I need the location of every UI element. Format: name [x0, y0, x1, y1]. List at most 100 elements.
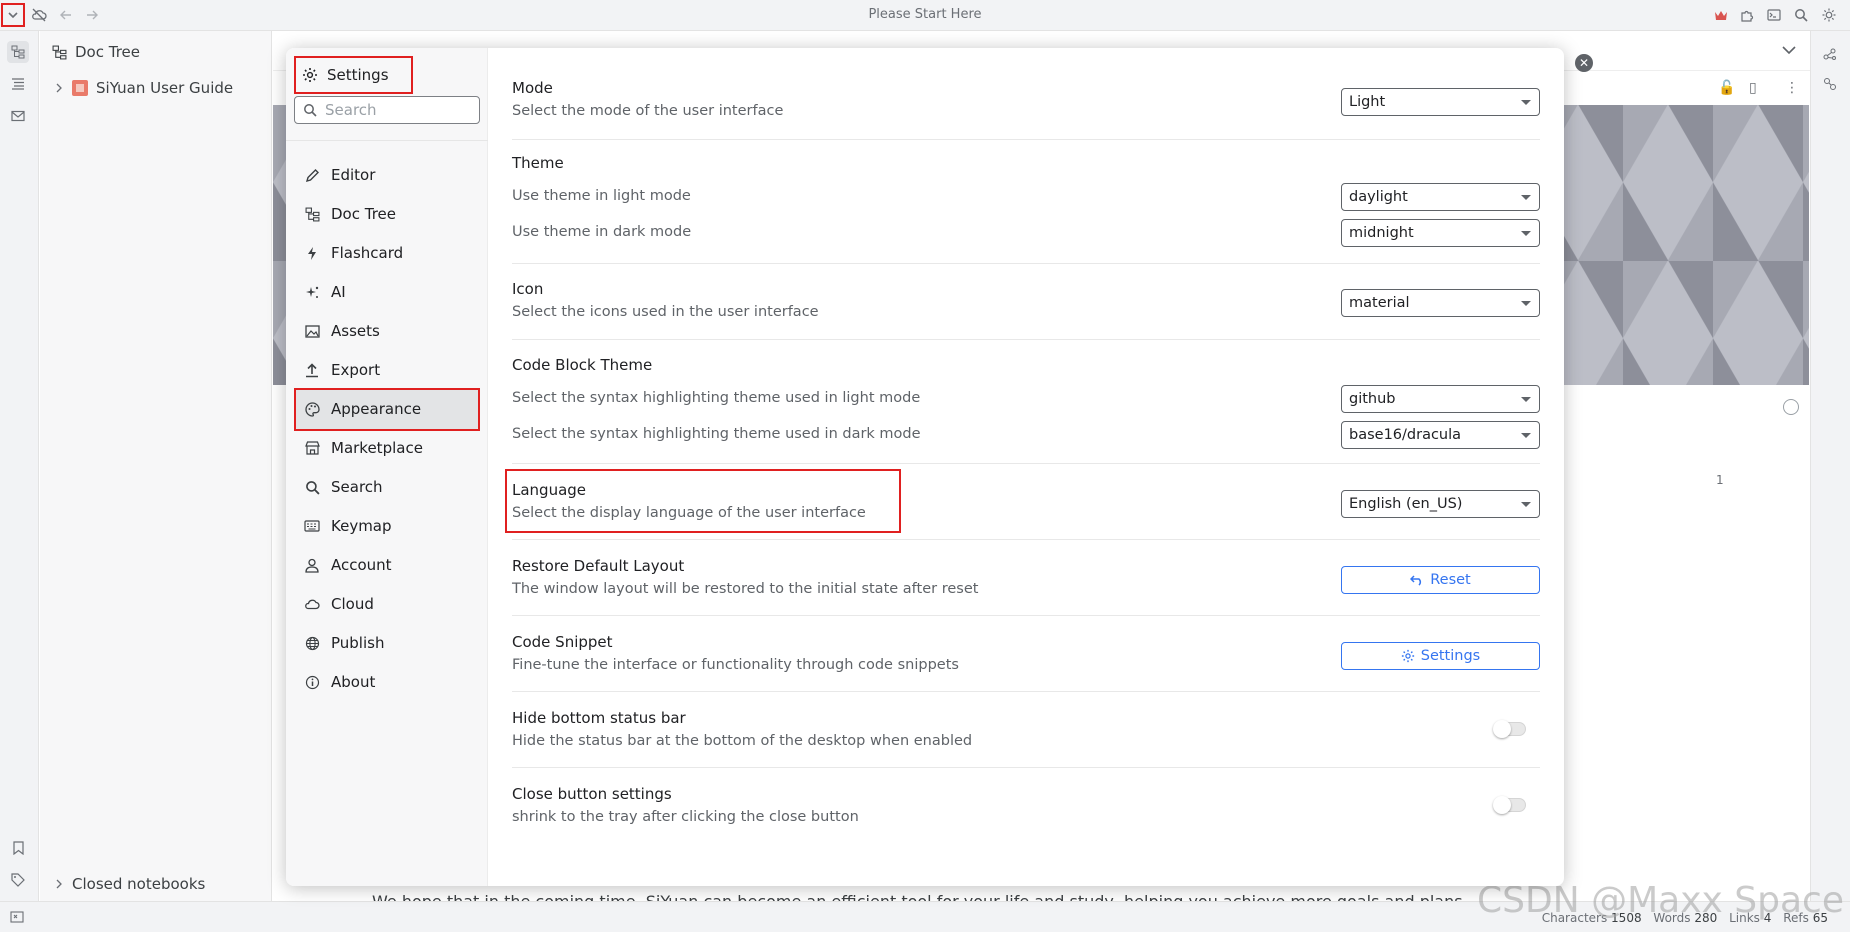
dock-graph[interactable] [1819, 43, 1841, 65]
setting-icon-row: Icon Select the icons used in the user i… [512, 264, 1540, 340]
code-theme-light-select[interactable]: github [1341, 385, 1540, 413]
code-theme-dark-select[interactable]: base16/dracula [1341, 421, 1540, 449]
nav-label: Editor [331, 166, 376, 184]
code-snippet-settings-button[interactable]: Settings [1341, 642, 1540, 670]
close-button-switch[interactable] [1493, 796, 1526, 814]
nav-editor[interactable]: Editor [294, 155, 480, 195]
global-search-button[interactable] [1791, 5, 1811, 25]
status-menu-icon[interactable] [10, 911, 24, 923]
doc-tree-panel: Doc Tree SiYuan User Guide Closed notebo… [40, 31, 272, 901]
search-icon [303, 478, 321, 496]
language-desc: Select the display language of the user … [512, 505, 866, 521]
user-icon [303, 556, 321, 574]
doc-tree-header: Doc Tree [52, 43, 140, 61]
notebook-label: SiYuan User Guide [96, 79, 234, 97]
more-icon[interactable]: ⋮ [1785, 80, 1799, 96]
terminal-icon [1767, 9, 1781, 21]
language-title: Language [512, 481, 587, 499]
nav-marketplace[interactable]: Marketplace [294, 428, 480, 468]
language-select[interactable]: English (en_US) [1341, 490, 1540, 518]
chevron-right-icon [56, 879, 62, 889]
nav-flashcard[interactable]: Flashcard [294, 233, 480, 273]
dock-bookmark[interactable] [7, 837, 29, 859]
setting-theme-row: Theme Use theme in light mode daylight U… [512, 140, 1540, 264]
nav-assets[interactable]: Assets [294, 311, 480, 351]
nav-cloud[interactable]: Cloud [294, 584, 480, 624]
terminal-button[interactable] [1764, 5, 1784, 25]
code-snippet-title: Code Snippet [512, 633, 613, 651]
nav-label: Keymap [331, 517, 392, 535]
nav-label: Cloud [331, 595, 374, 613]
lock-icon[interactable]: 🔓 [1718, 80, 1735, 96]
undo-icon [1410, 575, 1422, 586]
plugin-button[interactable] [1737, 5, 1757, 25]
nav-label: Assets [331, 322, 380, 340]
reset-layout-button[interactable]: Reset [1341, 566, 1540, 594]
search-icon [304, 104, 317, 117]
mode-select[interactable]: Light [1341, 88, 1540, 116]
puzzle-icon [1741, 10, 1754, 22]
settings-search-box[interactable] [294, 96, 480, 124]
nav-about[interactable]: About [294, 662, 480, 702]
nav-search[interactable]: Search [294, 467, 480, 507]
nav-doc-tree[interactable]: Doc Tree [294, 194, 480, 234]
flashcard-icon [303, 244, 321, 262]
top-bar: Please Start Here [0, 0, 1850, 31]
info-icon [303, 673, 321, 691]
code-snippet-desc: Fine-tune the interface or functionality… [512, 657, 959, 673]
dialog-close-button[interactable]: ✕ [1575, 54, 1593, 72]
doc-tree-title: Doc Tree [75, 43, 140, 61]
hide-status-desc: Hide the status bar at the bottom of the… [512, 733, 973, 749]
cloud-icon [303, 595, 321, 613]
setting-language-row: Language Select the display language of … [512, 464, 1540, 540]
theme-light-select[interactable]: daylight [1341, 183, 1540, 211]
closed-notebooks-label: Closed notebooks [72, 875, 206, 893]
nav-account[interactable]: Account [294, 545, 480, 585]
dock-global-graph[interactable] [1819, 73, 1841, 95]
mode-desc: Select the mode of the user interface [512, 103, 784, 119]
close-button-desc: shrink to the tray after clicking the cl… [512, 809, 859, 825]
closed-notebooks[interactable]: Closed notebooks [54, 875, 205, 893]
icon-title: Icon [512, 280, 544, 298]
settings-sidebar: Settings Editor Doc Tree Flashcard AI As… [286, 48, 488, 886]
sidebar-divider [286, 140, 488, 141]
nav-export[interactable]: Export [294, 350, 480, 390]
mode-title: Mode [512, 79, 553, 97]
restore-layout-desc: The window layout will be restored to th… [512, 581, 979, 597]
global-graph-icon [1824, 78, 1836, 90]
icon-select[interactable]: material [1341, 289, 1540, 317]
export-icon [303, 361, 321, 379]
dock-outline[interactable] [7, 73, 29, 95]
dock-tags[interactable] [7, 869, 29, 891]
theme-light-desc: Use theme in light mode [512, 188, 691, 204]
doc-icon[interactable]: ▯ [1749, 80, 1757, 96]
nav-label: About [331, 673, 376, 691]
code-theme-title: Code Block Theme [512, 356, 653, 374]
theme-dark-desc: Use theme in dark mode [512, 224, 692, 240]
hide-status-switch[interactable] [1493, 720, 1526, 738]
notebook-item[interactable]: SiYuan User Guide [54, 79, 233, 97]
dock-file-tree[interactable] [7, 41, 29, 63]
nav-keymap[interactable]: Keymap [294, 506, 480, 546]
keyboard-icon [303, 517, 321, 535]
doc-tree-icon [11, 45, 25, 59]
nav-appearance[interactable]: Appearance [294, 389, 480, 429]
theme-toggle-button[interactable] [1819, 5, 1839, 25]
vip-button[interactable] [1711, 5, 1731, 25]
settings-title-label: Settings [327, 66, 389, 84]
nav-label: Doc Tree [331, 205, 396, 223]
chevron-down-icon[interactable] [1782, 45, 1796, 55]
toggle-circle[interactable] [1783, 399, 1799, 415]
nav-ai[interactable]: AI [294, 272, 480, 312]
nav-publish[interactable]: Publish [294, 623, 480, 663]
pencil-icon [303, 166, 321, 184]
settings-search-input[interactable] [325, 101, 465, 119]
dock-inbox[interactable] [7, 105, 29, 127]
theme-dark-select[interactable]: midnight [1341, 219, 1540, 247]
globe-icon [303, 634, 321, 652]
chevron-right-icon[interactable] [54, 83, 64, 93]
close-button-title: Close button settings [512, 785, 672, 803]
right-dock [1810, 31, 1850, 901]
setting-restore-layout-row: Restore Default Layout The window layout… [512, 540, 1540, 616]
bookmark-icon [12, 841, 24, 855]
